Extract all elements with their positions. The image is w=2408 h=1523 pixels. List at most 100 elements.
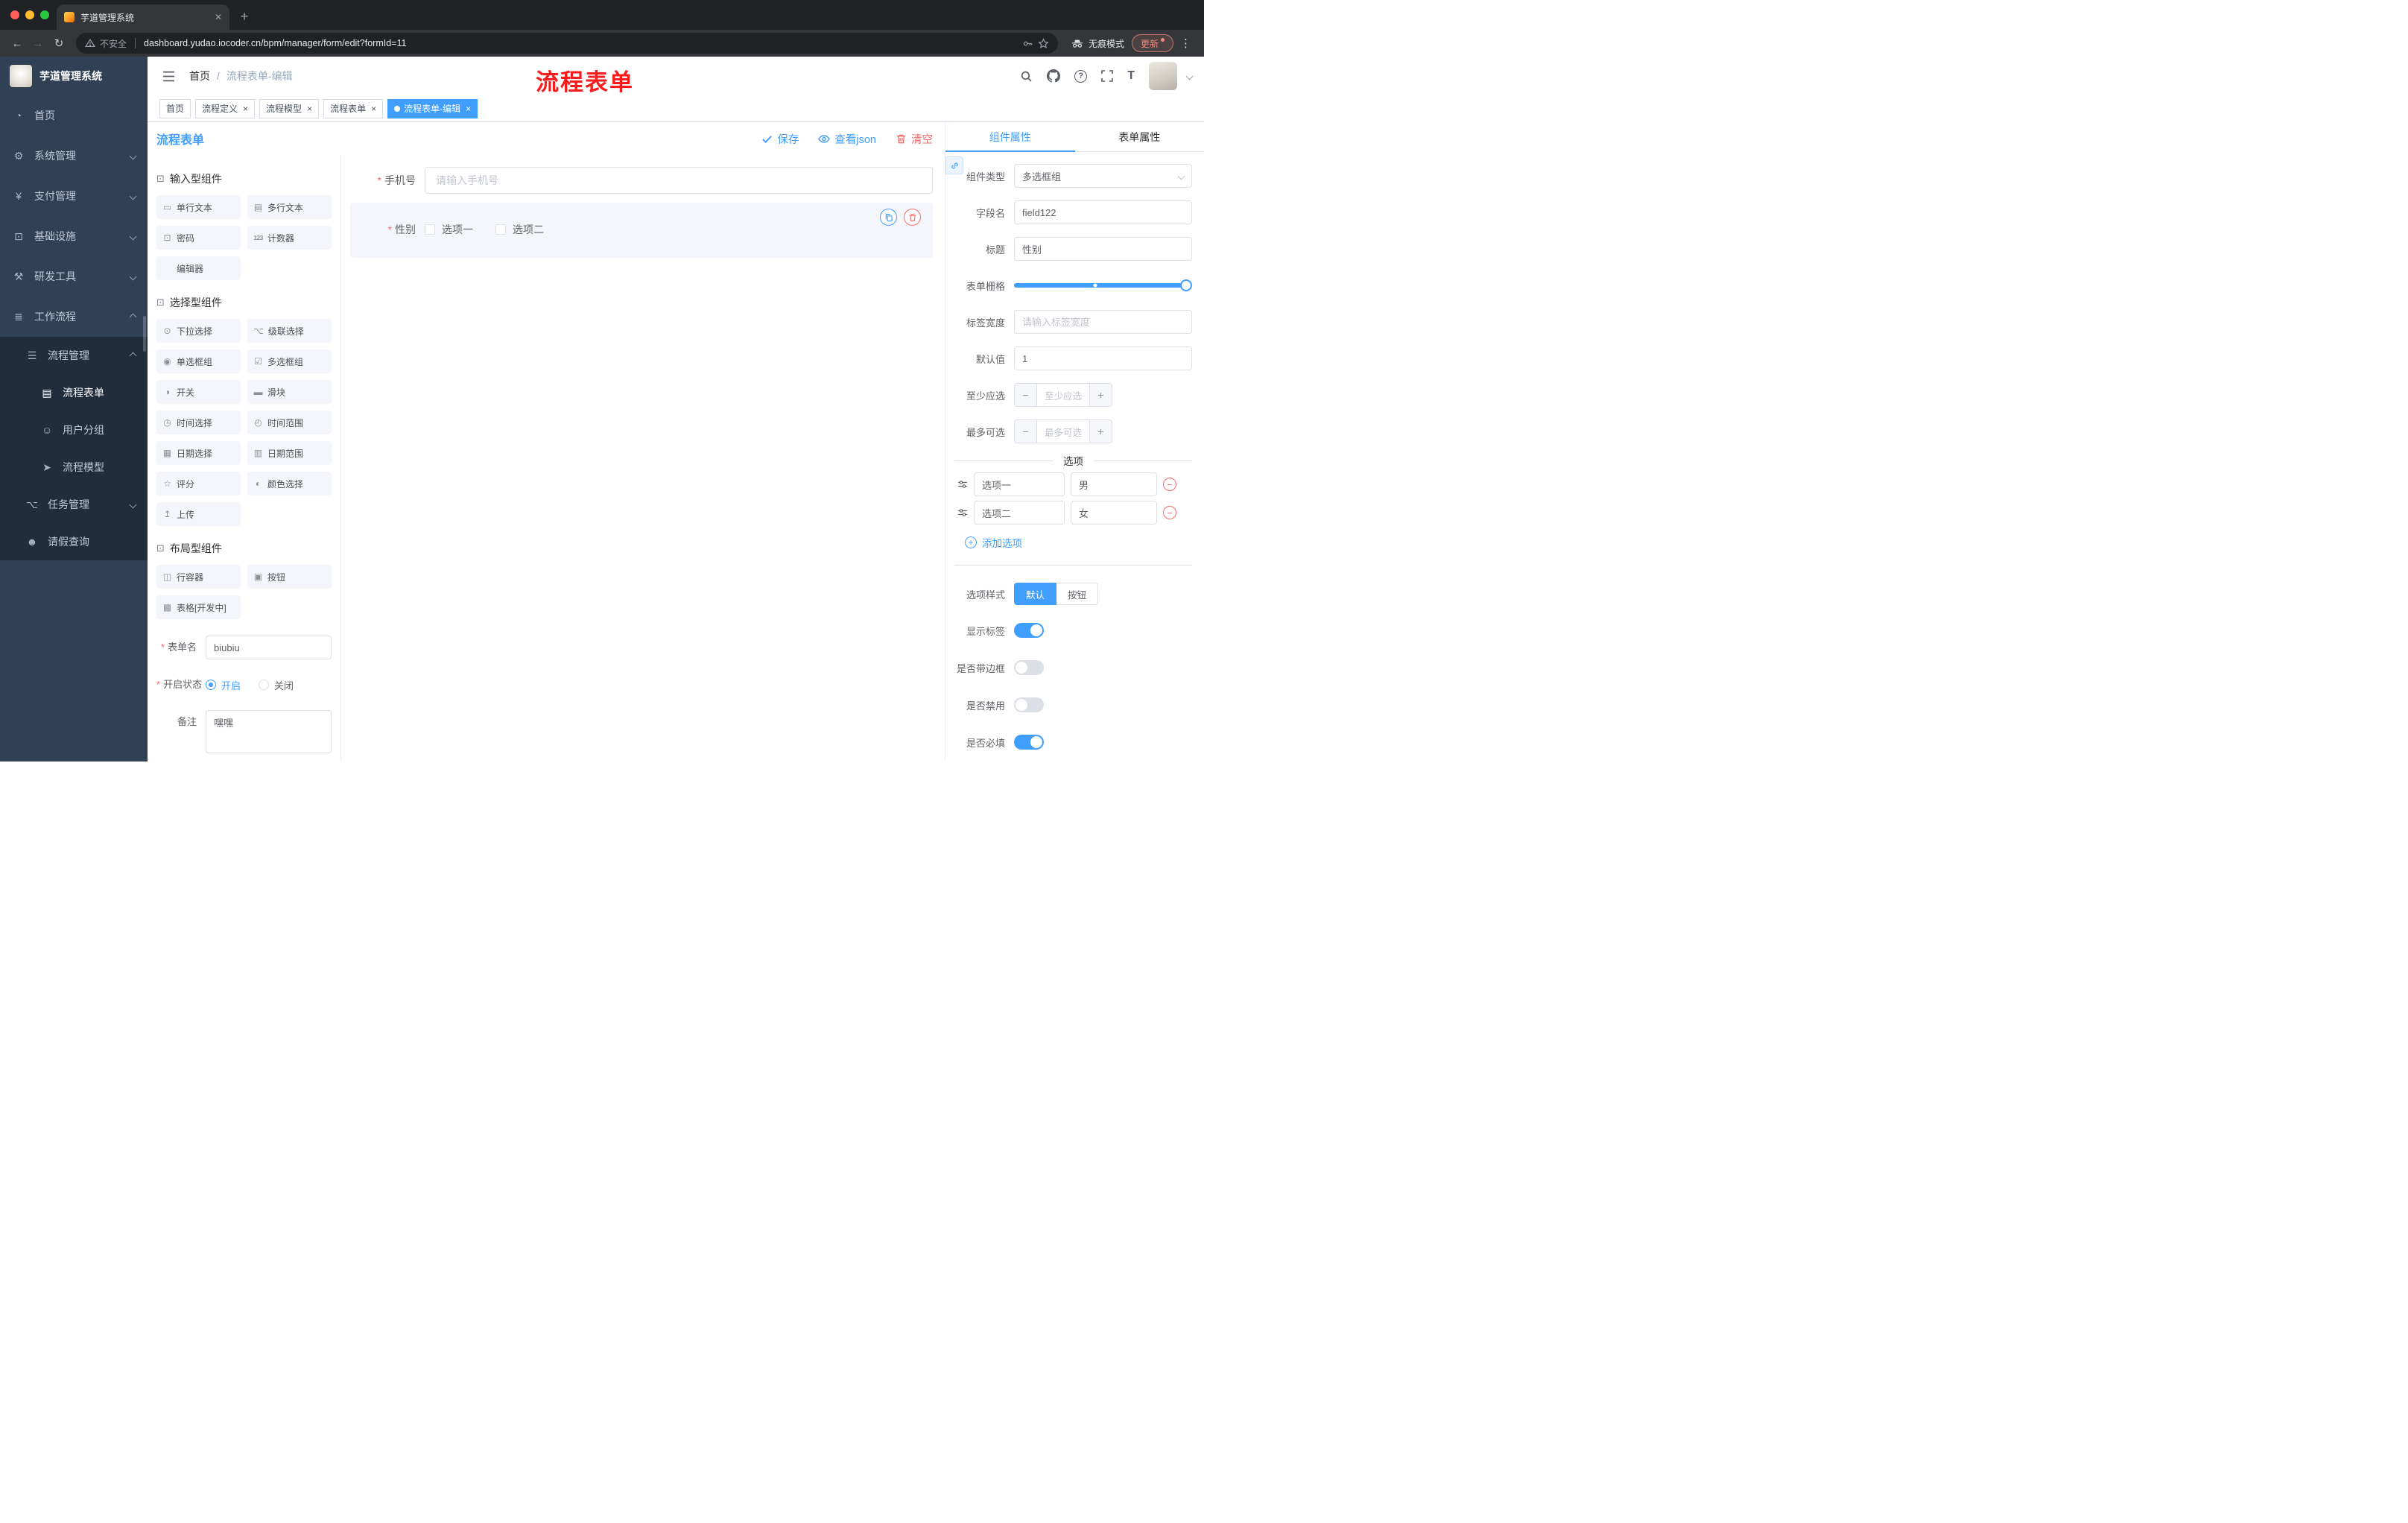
chip-editor[interactable]: 编辑器: [156, 256, 241, 280]
tab-form-props[interactable]: 表单属性: [1075, 122, 1205, 151]
drag-handle-icon[interactable]: [957, 479, 968, 490]
sidebar-item-process-model[interactable]: ➤ 流程模型: [0, 449, 148, 486]
sidebar-item-dev-tools[interactable]: ⚒ 研发工具: [0, 256, 148, 297]
title-input[interactable]: [1014, 237, 1192, 261]
sidebar-item-system-mgmt[interactable]: ⚙ 系统管理: [0, 136, 148, 176]
breadcrumb-home[interactable]: 首页: [189, 69, 210, 83]
window-close-button[interactable]: [10, 10, 19, 19]
link-icon[interactable]: [945, 156, 963, 174]
style-default-button[interactable]: 默认: [1014, 583, 1057, 605]
copy-item-button[interactable]: [880, 209, 897, 226]
chip-cascader[interactable]: ⌥ 级联选择: [247, 319, 332, 343]
option-1-label-input[interactable]: [974, 472, 1065, 496]
chip-rate[interactable]: ☆ 评分: [156, 472, 241, 495]
checkbox-option-2[interactable]: 选项二: [495, 222, 544, 237]
stepper-plus-button[interactable]: +: [1089, 420, 1112, 443]
chip-date-picker[interactable]: ▦ 日期选择: [156, 441, 241, 465]
window-zoom-button[interactable]: [40, 10, 49, 19]
clear-button[interactable]: 清空: [896, 131, 933, 147]
option-2-label-input[interactable]: [974, 501, 1065, 525]
chip-counter[interactable]: 123 计数器: [247, 226, 332, 250]
chip-checkbox-group[interactable]: ☑ 多选框组: [247, 349, 332, 373]
chip-button[interactable]: ▣ 按钮: [247, 565, 332, 589]
tag-process-model[interactable]: 流程模型 ×: [259, 98, 320, 118]
component-type-select[interactable]: 多选框组: [1014, 164, 1192, 188]
radio-status-off[interactable]: 关闭: [259, 678, 294, 692]
chip-dropdown-select[interactable]: ⊙ 下拉选择: [156, 319, 241, 343]
help-icon[interactable]: ?: [1074, 69, 1088, 83]
browser-tab[interactable]: 芋道管理系统 ✕: [57, 4, 229, 30]
remove-option-button[interactable]: −: [1163, 506, 1176, 519]
chip-time-range[interactable]: ◴ 时间范围: [247, 411, 332, 434]
grid-slider[interactable]: [1014, 273, 1192, 297]
sidebar-item-process-form[interactable]: ▤ 流程表单: [0, 374, 148, 411]
tab-close-icon[interactable]: ✕: [215, 12, 222, 22]
option-2-value-input[interactable]: [1071, 501, 1157, 525]
github-icon[interactable]: [1047, 69, 1061, 83]
tag-home[interactable]: 首页: [159, 98, 191, 118]
delete-item-button[interactable]: [904, 209, 921, 226]
chip-time-picker[interactable]: ◷ 时间选择: [156, 411, 241, 434]
sidebar-item-leave-query[interactable]: ☻ 请假查询: [0, 523, 148, 560]
back-button[interactable]: ←: [7, 34, 27, 53]
remove-option-button[interactable]: −: [1163, 478, 1176, 491]
chip-multi-line-text[interactable]: ▤ 多行文本: [247, 195, 332, 219]
tag-close-icon[interactable]: ×: [371, 104, 376, 114]
stepper-minus-button[interactable]: −: [1015, 420, 1037, 443]
password-key-icon[interactable]: [1022, 38, 1033, 49]
avatar-caret-icon[interactable]: [1185, 72, 1194, 80]
new-tab-button[interactable]: +: [234, 7, 255, 28]
window-minimize-button[interactable]: [25, 10, 34, 19]
add-option-button[interactable]: + 添加选项: [954, 535, 1192, 550]
sidebar-item-process-mgmt[interactable]: ☰ 流程管理: [0, 337, 148, 374]
default-value-input[interactable]: [1014, 346, 1192, 370]
option-1-value-input[interactable]: [1071, 472, 1157, 496]
security-label[interactable]: 不安全: [100, 37, 127, 50]
style-button-button[interactable]: 按钮: [1056, 583, 1099, 605]
show-label-toggle[interactable]: [1014, 623, 1044, 638]
form-name-input[interactable]: [206, 636, 332, 659]
chip-single-line-text[interactable]: ▭ 单行文本: [156, 195, 241, 219]
sidebar-item-user-group[interactable]: ☺ 用户分组: [0, 411, 148, 449]
update-button[interactable]: 更新: [1131, 34, 1173, 52]
tab-component-props[interactable]: 组件属性: [945, 122, 1075, 152]
label-width-input[interactable]: [1014, 310, 1192, 334]
border-toggle[interactable]: [1014, 660, 1044, 675]
tag-close-icon[interactable]: ×: [466, 104, 471, 114]
tag-close-icon[interactable]: ×: [243, 104, 248, 114]
sidebar-item-home[interactable]: ◔ 首页: [0, 95, 148, 136]
chip-date-range[interactable]: ▥ 日期范围: [247, 441, 332, 465]
sidebar-item-task-mgmt[interactable]: ⌥ 任务管理: [0, 486, 148, 523]
url-text[interactable]: dashboard.yudao.iocoder.cn/bpm/manager/f…: [144, 38, 406, 48]
bookmark-star-icon[interactable]: [1038, 37, 1049, 49]
tag-process-form-edit-active[interactable]: 流程表单-编辑 ×: [387, 98, 478, 118]
phone-input[interactable]: [425, 167, 933, 194]
form-remark-textarea[interactable]: 嘿嘿: [206, 710, 332, 753]
slider-handle[interactable]: [1180, 279, 1192, 291]
search-icon[interactable]: [1020, 70, 1033, 83]
avatar[interactable]: [1149, 62, 1177, 90]
min-select-placeholder[interactable]: 至少应选: [1037, 384, 1089, 406]
chip-color-picker[interactable]: ◐ 颜色选择: [247, 472, 332, 495]
required-toggle[interactable]: [1014, 735, 1044, 750]
sidebar-item-infrastructure[interactable]: ⊡ 基础设施: [0, 216, 148, 256]
forward-button[interactable]: →: [28, 34, 48, 53]
disabled-toggle[interactable]: [1014, 697, 1044, 712]
chip-radio-group[interactable]: ◉ 单选框组: [156, 349, 241, 373]
address-bar[interactable]: 不安全 dashboard.yudao.iocoder.cn/bpm/manag…: [76, 33, 1058, 54]
chip-switch[interactable]: ◑ 开关: [156, 380, 241, 404]
checkbox-option-1[interactable]: 选项一: [425, 222, 473, 237]
view-json-button[interactable]: 查看json: [818, 131, 876, 147]
hamburger-icon[interactable]: [159, 71, 178, 82]
chip-password[interactable]: ⊡ 密码: [156, 226, 241, 250]
tag-close-icon[interactable]: ×: [307, 104, 312, 114]
max-select-placeholder[interactable]: 最多可选: [1037, 420, 1089, 443]
save-button[interactable]: 保存: [761, 131, 799, 147]
browser-menu-button[interactable]: ⋮: [1175, 37, 1197, 50]
chip-slider[interactable]: ▬ 滑块: [247, 380, 332, 404]
tag-process-definition[interactable]: 流程定义 ×: [195, 98, 256, 118]
slider-track[interactable]: [1014, 279, 1192, 291]
chip-table-wip[interactable]: ▩ 表格[开发中]: [156, 595, 241, 619]
stepper-minus-button[interactable]: −: [1015, 384, 1037, 406]
chip-upload[interactable]: ↥ 上传: [156, 502, 241, 526]
